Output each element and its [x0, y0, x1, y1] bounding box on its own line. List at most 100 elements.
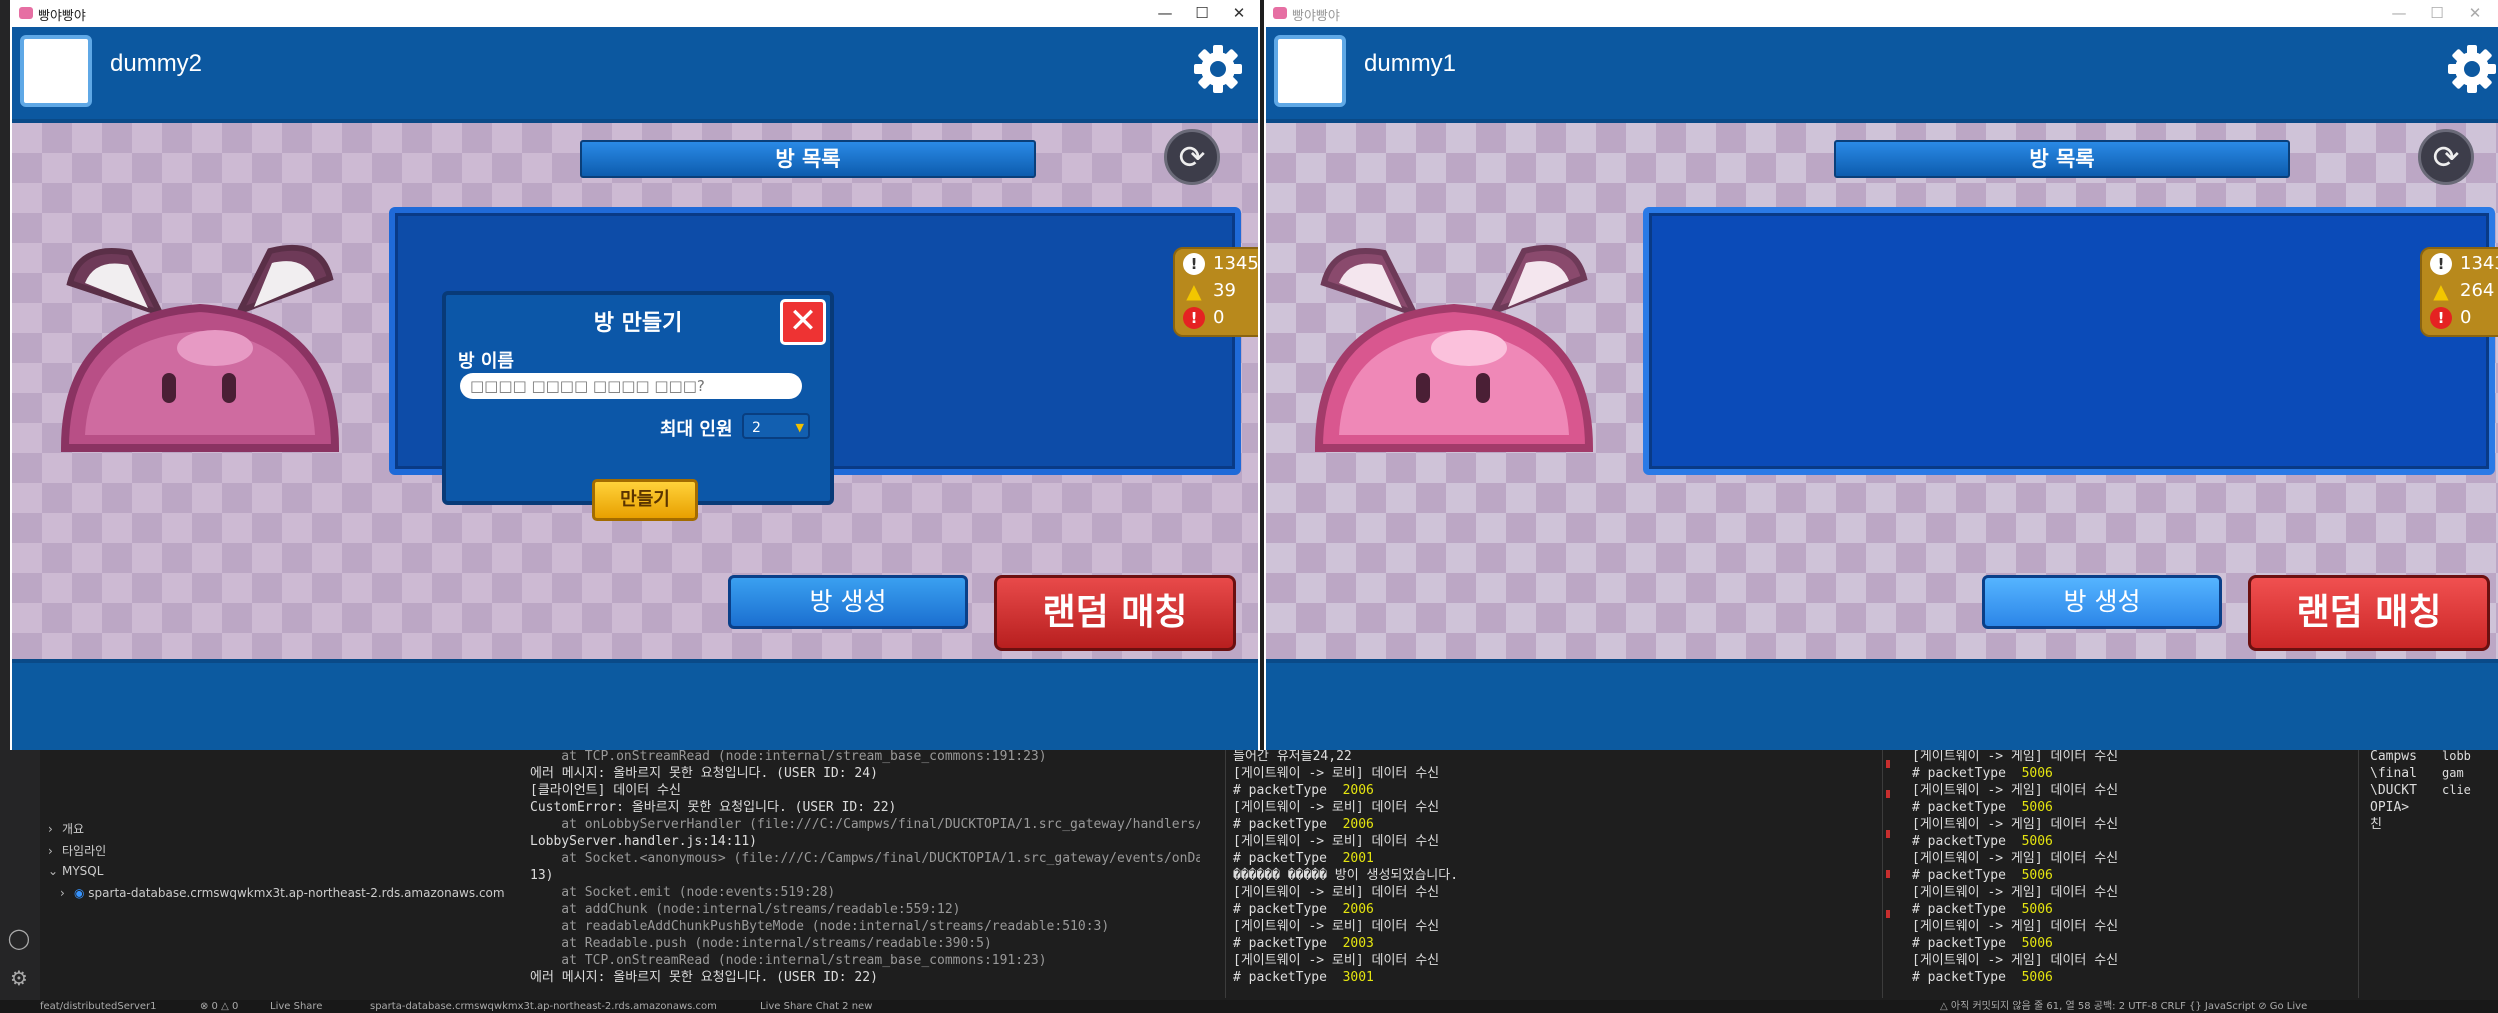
status-live-share[interactable]: Live Share: [270, 1000, 322, 1013]
terminal-line: [게이트웨이 -> 로비] 데이터 수신: [1233, 834, 1440, 849]
terminal-line: at TCP.onStreamRead (node:internal/strea…: [530, 749, 1047, 764]
window-titlebar: 빵야빵야 — ☐ ✕: [1264, 0, 2498, 27]
create-room-button[interactable]: 방 생성: [728, 575, 968, 629]
terminal-line: [게이트웨이 -> 게임] 데이터 수신: [1912, 885, 2119, 900]
terminal-line: # packetType 5006: [1912, 766, 2053, 781]
status-branch[interactable]: feat/distributedServer1: [40, 1000, 157, 1013]
stat-warn: ▲ 39: [1183, 280, 1236, 306]
terminal-line: 13): [530, 868, 554, 883]
terminal-line: [게이트웨이 -> 게임] 데이터 수신: [1912, 953, 2119, 968]
terminal-line: [게이트웨이 -> 로비] 데이터 수신: [1233, 919, 1440, 934]
terminal-game[interactable]: [게이트웨이 -> 게임] 데이터 수신 # packetType 5006 [게이…: [1912, 748, 2352, 998]
info-icon: !: [1183, 253, 1205, 275]
maximize-button[interactable]: ☐: [1187, 2, 1217, 24]
sidebar-item-timeline[interactable]: › 타임라인: [48, 842, 106, 859]
terminal-line: # packetType 5006: [1912, 834, 2053, 849]
settings-icon[interactable]: ⚙: [6, 965, 32, 991]
profile-bar: dummy2: [12, 27, 1258, 123]
sidebar-item-outline[interactable]: › 개요: [48, 820, 84, 837]
status-problems[interactable]: ⊗ 0 △ 0: [200, 1000, 238, 1013]
terminal-line: [게이트웨이 -> 게임] 데이터 수신: [1912, 817, 2119, 832]
stat-error: ! 0: [1183, 307, 1224, 333]
game-canvas: dummy1 방 목록 ⟳ 방 생성 랜덤 매칭 ! 134 ▲ 264 ! 0: [1266, 27, 2498, 750]
terminal-line: # packetType 5006: [1912, 970, 2053, 985]
terminal-line: [클라이언트] 데이터 수신: [530, 783, 681, 798]
terminal-line: \DUCKT: [2370, 783, 2417, 798]
avatar[interactable]: [1274, 35, 1346, 107]
lobby-area: 방 목록 ⟳ 방 만들기 ✕ 방 이름 최대 인원: [12, 123, 1258, 659]
terminal-line: at Readable.push (node:internal/streams/…: [530, 936, 992, 951]
max-players-value: 2: [752, 420, 761, 436]
terminal-line: 에러 메시지: 올바르지 못한 요청입니다. (USER ID: 24): [530, 766, 878, 781]
max-players-select[interactable]: 2 ▼: [742, 413, 810, 439]
terminal-lobby[interactable]: 들어간 유저들24,22 [게이트웨이 -> 로비] 데이터 수신 # packet…: [1233, 748, 1873, 998]
refresh-button[interactable]: ⟳: [1164, 129, 1220, 185]
maximize-button[interactable]: ☐: [2422, 2, 2452, 24]
terminal-line: # packetType 5006: [1912, 902, 2053, 917]
minimize-button[interactable]: —: [1150, 2, 1180, 24]
close-icon[interactable]: ✕: [780, 299, 826, 345]
app-icon: [19, 7, 33, 19]
account-icon[interactable]: ◯: [6, 925, 32, 951]
sidebar-item-database[interactable]: › ◉ sparta-database.crmswqwkmx3t.ap-north…: [60, 886, 505, 900]
refresh-button[interactable]: ⟳: [2418, 129, 2474, 185]
warning-icon: ▲: [1186, 279, 1202, 303]
terminal-line: [게이트웨이 -> 로비] 데이터 수신: [1233, 885, 1440, 900]
pig-mascot-image: [1314, 244, 1594, 452]
terminal-line: at readableAddChunkPushByteMode (node:in…: [530, 919, 1110, 934]
create-room-button[interactable]: 방 생성: [1982, 575, 2222, 629]
terminal-line: clie: [2442, 783, 2471, 797]
terminal-line: [게이트웨이 -> 로비] 데이터 수신: [1233, 953, 1440, 968]
room-name-input[interactable]: [460, 373, 802, 399]
terminal-line: 에러 메시지: 올바르지 못한 요청입니다. (USER ID: 22): [530, 970, 878, 985]
pig-mascot-image: [60, 244, 340, 452]
terminal-line: lobb: [2442, 749, 2471, 763]
lobby-area: 방 목록 ⟳ 방 생성 랜덤 매칭: [1266, 123, 2498, 659]
random-match-button[interactable]: 랜덤 매칭: [2248, 575, 2490, 651]
gear-icon[interactable]: [2446, 43, 2498, 95]
minimize-button[interactable]: —: [2384, 2, 2414, 24]
room-list-title: 방 목록: [1834, 140, 2290, 178]
refresh-icon: ⟳: [1178, 138, 1206, 176]
terminal-shell[interactable]: Campws \final \DUCKT OPIA> 친: [2370, 748, 2426, 998]
game-window-dummy1: 빵야빵야 — ☐ ✕ dummy1 방 목록 ⟳ 방 생성 랜덤 매칭 ! 13…: [1264, 0, 2498, 750]
terminal-line: [게이트웨이 -> 게임] 데이터 수신: [1912, 783, 2119, 798]
avatar[interactable]: [20, 35, 92, 107]
terminal-line: # packetType 5006: [1912, 868, 2053, 883]
status-chat[interactable]: Live Share Chat 2 new: [760, 1000, 872, 1013]
status-database[interactable]: sparta-database.crmswqwkmx3t.ap-northeas…: [370, 1000, 717, 1013]
close-window-button[interactable]: ✕: [2460, 2, 2490, 24]
server-stats-badge: ! 1345 ▲ 39 ! 0: [1173, 247, 1258, 337]
window-title: 빵야빵야: [1292, 9, 1340, 24]
error-icon: !: [2430, 307, 2452, 329]
profile-bar: dummy1: [1266, 27, 2498, 123]
close-window-button[interactable]: ✕: [1224, 2, 1254, 24]
window-title: 빵야빵야: [38, 9, 86, 24]
terminal-line: [게이트웨이 -> 게임] 데이터 수신: [1912, 851, 2119, 866]
window-titlebar: 빵야빵야 — ☐ ✕: [10, 0, 1260, 27]
terminal-line: # packetType 5006: [1912, 936, 2053, 951]
room-list-panel[interactable]: [1643, 207, 2495, 475]
terminal-line: at TCP.onStreamRead (node:internal/strea…: [530, 953, 1047, 968]
sidebar-item-mysql[interactable]: ⌄ MYSQL: [48, 864, 103, 878]
terminal-line: # packetType 3001: [1233, 970, 1374, 985]
terminal-line: gam: [2442, 766, 2464, 780]
stat-info: ! 1345: [1183, 253, 1258, 279]
stat-error: ! 0: [2430, 307, 2471, 333]
status-bar: feat/distributedServer1 ⊗ 0 △ 0 Live Sha…: [0, 1000, 2498, 1013]
gear-icon[interactable]: [1192, 43, 1244, 95]
refresh-icon: ⟳: [2432, 138, 2460, 176]
modal-title: 방 만들기: [593, 311, 683, 336]
terminal-line: [게이트웨이 -> 로비] 데이터 수신: [1233, 766, 1440, 781]
terminal-gateway[interactable]: at TCP.onStreamRead (node:internal/strea…: [530, 748, 1200, 998]
explorer-files: lobb gam clie: [2442, 748, 2498, 998]
terminal-line: at addChunk (node:internal/streams/reada…: [530, 902, 961, 917]
make-room-button[interactable]: 만들기: [592, 479, 698, 521]
error-icon: !: [1183, 307, 1205, 329]
stat-warn: ▲ 264: [2430, 280, 2494, 306]
random-match-button[interactable]: 랜덤 매칭: [994, 575, 1236, 651]
status-right[interactable]: △ 아직 커밋되지 않음 줄 61, 열 58 공백: 2 UTF-8 CRLF…: [1940, 1000, 2307, 1013]
terminal-line: # packetType 5006: [1912, 800, 2053, 815]
